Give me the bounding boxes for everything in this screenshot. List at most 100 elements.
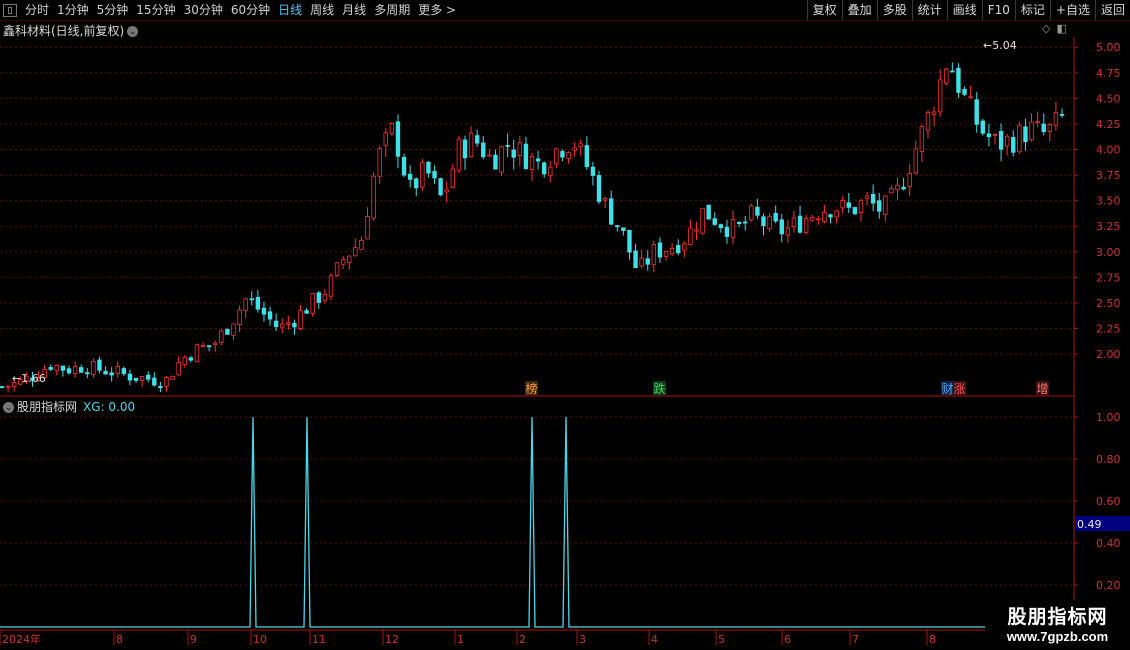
candle-body: [724, 226, 730, 237]
indicator-name: 股朋指标网: [17, 400, 78, 414]
y-tick-label-4: 4.00: [1096, 144, 1121, 157]
candle-body: [998, 131, 1004, 150]
candle-body: [261, 307, 267, 315]
candle-body: [816, 218, 821, 221]
candle-body: [901, 186, 906, 190]
candle-body: [280, 323, 285, 328]
candle-body: [383, 132, 388, 146]
candle-body: [1041, 123, 1046, 133]
candle-body: [657, 242, 663, 258]
candle-body: [0, 386, 5, 388]
candle-body: [712, 218, 717, 225]
candle-body: [621, 227, 626, 231]
candle-body: [487, 154, 492, 157]
candle-body: [785, 227, 791, 236]
indicator-title: ⌄ 股朋指标网 XG: 0.00: [3, 398, 135, 415]
chart-canvas[interactable]: 5.00 4.75 4.50 4.25 4.00 3.75 3.50 3.25 3.00 2.75…: [0, 0, 1130, 650]
candle-body: [840, 200, 845, 209]
candle-body: [420, 162, 425, 188]
candle-body: [791, 217, 797, 227]
x-tick-label-10: 5: [718, 633, 725, 646]
candle-body: [596, 175, 602, 202]
candle-body: [1059, 114, 1065, 116]
candle-body: [1011, 137, 1016, 153]
candle-body: [389, 123, 395, 134]
candle-body: [578, 143, 583, 148]
candle-body: [206, 345, 212, 348]
candle-body: [608, 198, 614, 225]
candle-body: [170, 375, 175, 380]
candle-body: [60, 365, 66, 371]
candle-body: [200, 344, 206, 348]
x-tick-label-6: 1: [457, 633, 464, 646]
candle-body: [48, 367, 53, 370]
candle-body: [304, 310, 309, 314]
event-marker-3: 涨: [954, 381, 966, 396]
candle-body: [5, 385, 11, 388]
candle-body: [1017, 124, 1022, 153]
y-tick-label-0: 5.00: [1096, 41, 1121, 54]
candle-body: [365, 216, 370, 240]
candle-body: [353, 247, 358, 257]
candle-body: [956, 67, 961, 93]
y-tick-label-6: 3.50: [1096, 195, 1121, 208]
candle-body: [1047, 124, 1053, 132]
candle-body: [164, 377, 169, 387]
candle-body: [292, 323, 297, 328]
candle-body: [889, 187, 894, 194]
candle-body: [97, 359, 102, 371]
candle-body: [749, 205, 754, 221]
candle-body: [584, 145, 590, 168]
candle-body: [962, 88, 967, 95]
candle-body: [72, 366, 78, 374]
candle-body: [188, 357, 194, 361]
candle-body: [286, 322, 291, 325]
indicator-y-tick-label-0: 1.00: [1096, 411, 1121, 424]
candle-body: [706, 204, 711, 220]
x-tick-label-11: 6: [784, 633, 791, 646]
candle-body: [828, 214, 833, 218]
candle-body: [743, 221, 748, 224]
candle-body: [517, 142, 523, 156]
candle-body: [950, 70, 955, 73]
candle-body: [66, 368, 72, 374]
candle-body: [444, 189, 449, 193]
candle-body: [407, 173, 413, 180]
candle-body: [255, 296, 261, 310]
candle-body: [133, 377, 139, 381]
candle-body: [937, 79, 943, 113]
candle-body: [736, 222, 742, 225]
y-tick-label-9: 2.75: [1096, 271, 1121, 284]
candle-body: [426, 161, 431, 174]
candle-body: [968, 96, 973, 99]
event-marker-1: 跌: [654, 381, 666, 396]
candle-body: [78, 367, 84, 373]
candle-body: [761, 216, 766, 227]
candle-body: [1035, 121, 1040, 124]
high-label: ←5.04: [983, 39, 1017, 52]
candle-body: [779, 219, 784, 235]
candle-body: [414, 178, 419, 189]
x-tick-label-8: 3: [579, 633, 586, 646]
candle-body: [895, 184, 900, 191]
candle-body: [986, 133, 992, 138]
chevron-down-icon[interactable]: ⌄: [3, 402, 14, 413]
candle-body: [176, 361, 181, 376]
watermark: 股朋指标网 www.7gpzb.com: [985, 600, 1130, 650]
indicator-y-tick-label-2: 0.60: [1096, 495, 1121, 508]
y-tick-label-7: 3.25: [1096, 220, 1121, 233]
candle-body: [676, 245, 681, 254]
y-tick-label-3: 4.25: [1096, 118, 1121, 131]
x-tick-label-2: 9: [190, 633, 197, 646]
candle-body: [651, 244, 657, 266]
candle-body: [730, 219, 736, 239]
candle-body: [560, 151, 565, 158]
candle-body: [773, 212, 778, 222]
candle-body: [925, 112, 931, 131]
x-tick-label-0: 2024年: [2, 632, 41, 646]
candle-body: [298, 310, 303, 330]
candle-body: [85, 372, 90, 375]
candle-body: [992, 134, 998, 137]
candle-body: [481, 142, 486, 158]
candle-body: [590, 166, 596, 176]
